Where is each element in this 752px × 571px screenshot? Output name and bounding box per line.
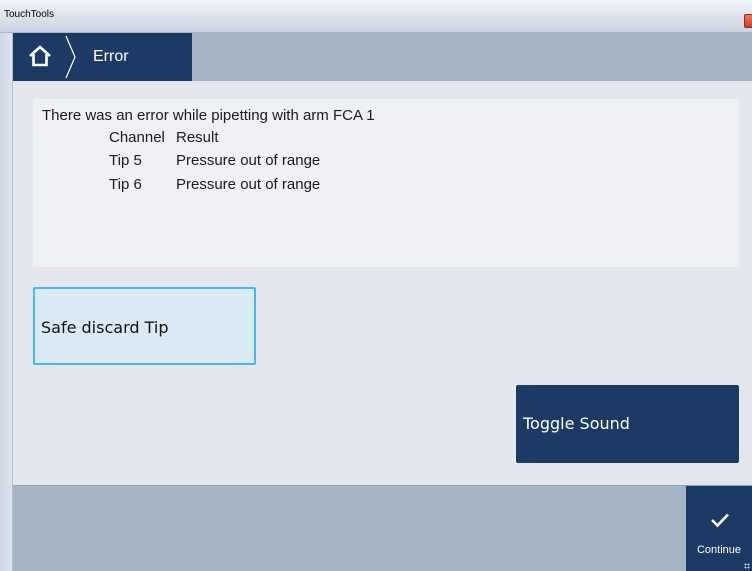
header-bar: Error <box>13 33 752 81</box>
toggle-sound-button[interactable]: Toggle Sound <box>516 385 739 463</box>
continue-label: Continue <box>696 544 742 556</box>
window-title: TouchTools <box>4 9 55 20</box>
resize-grip[interactable] <box>744 563 750 569</box>
safe-discard-tip-label: Safe discard Tip <box>41 318 169 337</box>
close-window-button[interactable] <box>744 14 752 28</box>
window-frame-left <box>0 33 13 571</box>
toggle-sound-label: Toggle Sound <box>523 414 630 433</box>
title-bar: TouchTools <box>0 0 752 33</box>
page-title: Error <box>93 48 129 65</box>
breadcrumb-separator-icon <box>65 35 76 79</box>
checkmark-icon <box>711 513 729 528</box>
safe-discard-tip-button[interactable]: Safe discard Tip <box>33 287 256 365</box>
error-message-panel: There was an error while pipetting with … <box>33 99 739 267</box>
row-channel: Tip 6 <box>109 176 142 193</box>
home-icon <box>29 45 51 67</box>
touchtools-window: TouchTools Error There was an error whil… <box>0 0 752 571</box>
column-header-result: Result <box>176 129 219 146</box>
row-channel: Tip 5 <box>109 152 142 169</box>
continue-button[interactable]: Continue <box>686 486 752 571</box>
footer-bar <box>13 485 752 571</box>
error-message-text: There was an error while pipetting with … <box>42 107 375 124</box>
row-result: Pressure out of range <box>176 176 321 193</box>
breadcrumb: Error <box>13 33 192 81</box>
row-result: Pressure out of range <box>176 152 321 169</box>
column-header-channel: Channel <box>109 129 165 146</box>
home-button[interactable] <box>13 33 69 81</box>
